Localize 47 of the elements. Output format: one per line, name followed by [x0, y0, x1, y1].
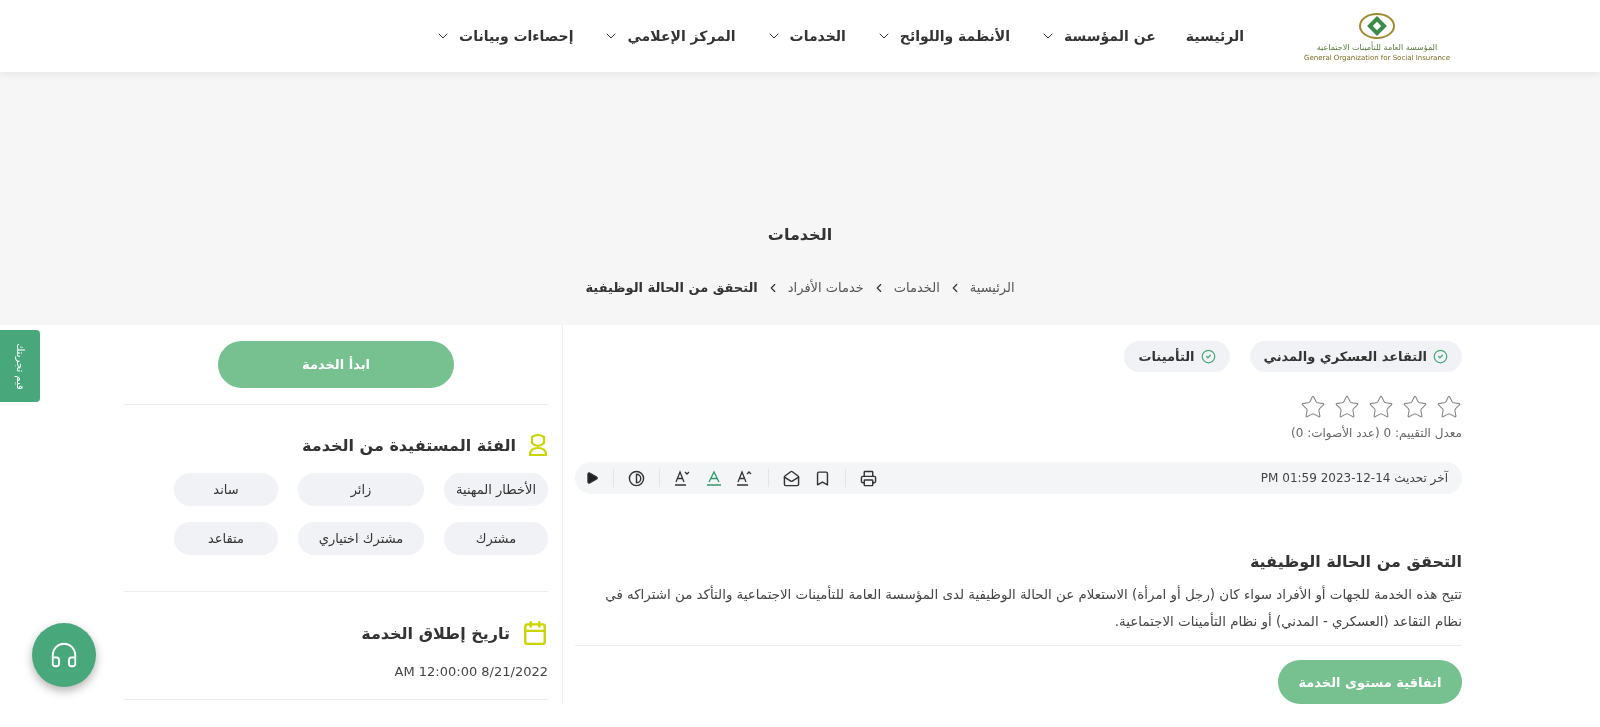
font-reset-icon[interactable] [706, 469, 722, 487]
beneficiary-tag: زائر [298, 473, 424, 506]
rating-star[interactable] [1436, 394, 1462, 420]
breadcrumb-link[interactable]: الخدمات [893, 280, 940, 295]
last-update-text: آخر تحديث 14-12-2023 01:59 PM [1260, 471, 1448, 485]
person-icon [528, 433, 548, 457]
beneficiary-tag: الأخطار المهنية [444, 473, 548, 506]
font-smaller-icon[interactable] [674, 469, 692, 487]
nav-link[interactable]: الأنظمة واللوائح [875, 28, 1011, 44]
headset-icon [49, 640, 79, 670]
bookmark-icon[interactable] [814, 469, 831, 487]
support-button[interactable] [32, 623, 96, 687]
launch-date: AM 12:00:00 8/21/2022 [393, 664, 548, 679]
play-icon[interactable] [585, 471, 599, 485]
beneficiary-tag: مشترك اختياري [298, 522, 424, 555]
page-title: الخدمات [767, 225, 833, 244]
beneficiary-tag: مشترك [444, 522, 548, 555]
logo-arabic-text: المؤسسة العامة للتأمينات الاجتماعية [1316, 42, 1438, 52]
contrast-icon[interactable] [628, 469, 645, 487]
nav-link[interactable]: عن المؤسسة [1040, 28, 1156, 44]
service-title: التحقق من الحالة الوظيفية [1248, 552, 1462, 571]
print-icon[interactable] [860, 469, 877, 487]
section-title: الفئة المستفيدة من الخدمة [302, 435, 516, 455]
service-description: تتيح هذه الخدمة للجهات أو الأفراد سواء كان (رجل أو امرأة) الاستعلام عن الحالة الوظيفية لدى المؤسسة العامة للتأمينات الاجتماعية والتأكد من اشتراكه في نظام التقاعد (العسكري - المدني) أو نظام التأمينات الاجتماعية. [575, 581, 1462, 646]
mail-icon[interactable] [783, 469, 800, 487]
calendar-icon [522, 620, 548, 646]
font-larger-icon[interactable] [736, 469, 754, 487]
rating-star[interactable] [1334, 394, 1360, 420]
breadcrumb-link[interactable]: خدمات الأفراد [787, 280, 864, 295]
nav-link[interactable]: الرئيسية [1185, 28, 1245, 44]
logo-icon [1357, 10, 1397, 41]
nav-link[interactable]: الخدمات [765, 28, 846, 44]
breadcrumb-link[interactable]: التحقق من الحالة الوظيفية [585, 280, 758, 295]
beneficiary-tag: ساند [174, 473, 278, 506]
rating-star[interactable] [1368, 394, 1394, 420]
category-tag: التقاعد العسكري والمدني [1249, 341, 1462, 372]
rating-star[interactable] [1300, 394, 1326, 420]
category-tag: التأمينات [1124, 341, 1230, 372]
check-circle-icon [1200, 349, 1216, 364]
check-circle-icon [1433, 349, 1448, 364]
rating-star[interactable] [1402, 394, 1428, 420]
beneficiary-tag: متقاعد [174, 522, 278, 555]
nav-link[interactable]: المركز الإعلامي [603, 28, 736, 44]
nav-link[interactable]: إحصاءات وبيانات [435, 28, 574, 44]
section-title: تاريخ إطلاق الخدمة [361, 623, 510, 643]
rating-summary: معدل التقييم: 0 (عدد الأصوات: 0) [1290, 426, 1462, 440]
breadcrumb-link[interactable]: الرئيسية [969, 280, 1015, 295]
